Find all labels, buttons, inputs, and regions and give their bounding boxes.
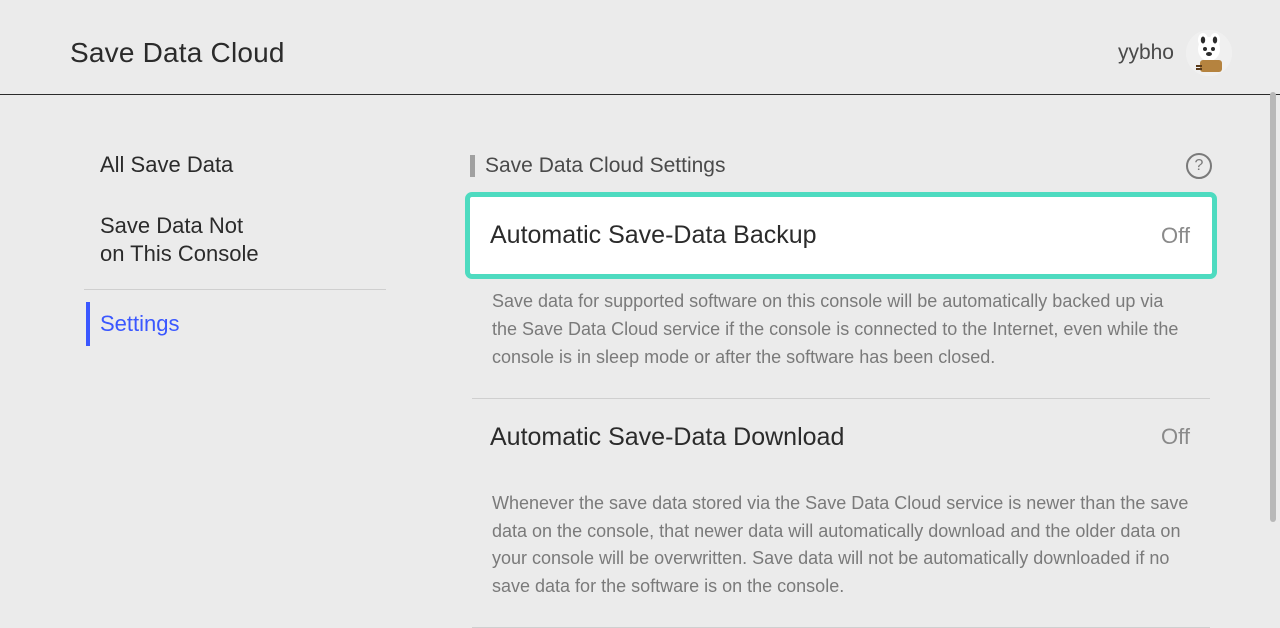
page-title: Save Data Cloud — [70, 37, 285, 69]
section-title: Save Data Cloud Settings — [485, 154, 725, 178]
scrollbar-thumb[interactable] — [1270, 92, 1276, 522]
setting-value: Off — [1161, 424, 1190, 450]
setting-description-download: Whenever the save data stored via the Sa… — [470, 476, 1212, 628]
setting-description-backup: Save data for supported software on this… — [470, 274, 1212, 398]
header: Save Data Cloud yybho — [0, 0, 1280, 95]
setting-value: Off — [1161, 223, 1190, 249]
sidebar-item-label: All Save Data — [100, 152, 233, 177]
avatar-icon — [1186, 30, 1232, 76]
sidebar-item-settings[interactable]: Settings — [0, 294, 410, 355]
username: yybho — [1118, 41, 1174, 65]
sidebar-list: All Save Data Save Data Not on This Cons… — [0, 135, 410, 354]
avatar[interactable] — [1186, 30, 1232, 76]
section-title-wrap: Save Data Cloud Settings — [470, 154, 725, 178]
sidebar-item-all-save-data[interactable]: All Save Data — [0, 135, 410, 196]
user-area[interactable]: yybho — [1118, 30, 1232, 76]
sidebar-item-not-on-console[interactable]: Save Data Not on This Console — [0, 196, 410, 285]
setting-auto-backup[interactable]: Automatic Save-Data Backup Off — [470, 197, 1212, 274]
setting-label: Automatic Save-Data Backup — [490, 221, 817, 250]
setting-auto-download[interactable]: Automatic Save-Data Download Off — [470, 399, 1212, 476]
help-icon[interactable]: ? — [1186, 153, 1212, 179]
section-bar-icon — [470, 155, 475, 177]
sidebar: All Save Data Save Data Not on This Cons… — [0, 95, 410, 625]
sidebar-item-label: Save Data Not on This Console — [100, 213, 259, 267]
scrollbar[interactable] — [1270, 92, 1276, 612]
body: All Save Data Save Data Not on This Cons… — [0, 95, 1280, 625]
setting-label: Automatic Save-Data Download — [490, 423, 844, 452]
sidebar-item-label: Settings — [100, 311, 180, 336]
sidebar-divider — [84, 289, 386, 290]
main-content: Save Data Cloud Settings ? Automatic Sav… — [410, 95, 1280, 625]
section-header: Save Data Cloud Settings ? — [470, 153, 1212, 179]
